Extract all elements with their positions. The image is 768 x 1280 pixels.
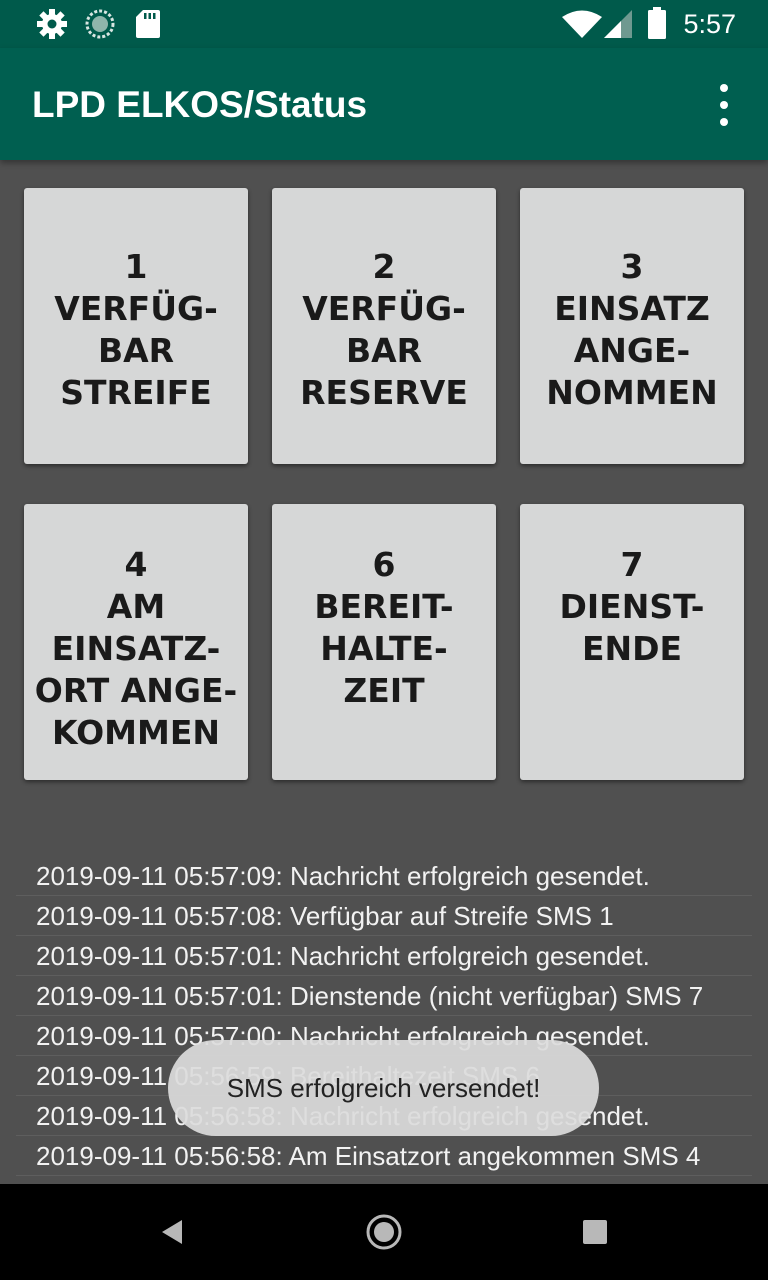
tile-label: EINSATZ- xyxy=(51,629,221,668)
tile-label: HALTE- xyxy=(320,629,448,668)
app-title: LPD ELKOS/Status xyxy=(32,84,368,125)
clock: 5:57 xyxy=(683,9,736,39)
tile-label: 1 xyxy=(124,247,148,286)
back-icon[interactable] xyxy=(150,1210,194,1254)
tile-label: ORT ANGE- xyxy=(34,671,238,710)
status-2-button[interactable]: 2 VERFÜG- BAR RESERVE xyxy=(272,188,496,464)
home-icon[interactable] xyxy=(362,1210,406,1254)
log-entry: 2019-09-11 05:57:09: Nachricht erfolgrei… xyxy=(16,856,752,896)
tile-label: 6 xyxy=(372,545,396,584)
status-4-button[interactable]: 4 AM EINSATZ- ORT ANGE- KOMMEN xyxy=(24,504,248,780)
tile-label: STREIFE xyxy=(60,373,212,412)
more-vert-icon[interactable] xyxy=(708,84,740,126)
tile-label: 7 xyxy=(620,545,644,584)
status-3-button[interactable]: 3 EINSATZ ANGE- NOMMEN xyxy=(520,188,744,464)
status-1-button[interactable]: 1 VERFÜG- BAR STREIFE xyxy=(24,188,248,464)
navigation-bar xyxy=(0,1184,768,1280)
tile-label: BEREIT- xyxy=(314,587,454,626)
status-7-button[interactable]: 7 DIENST- ENDE xyxy=(520,504,744,780)
tile-label: RESERVE xyxy=(300,373,468,412)
tile-label: VERFÜG- xyxy=(302,289,466,328)
log-entry: 2019-09-11 05:57:08: Verfügbar auf Strei… xyxy=(16,896,752,936)
log-entry: 2019-09-11 05:57:01: Nachricht erfolgrei… xyxy=(16,936,752,976)
log-entry: 2019-09-11 05:57:01: Dienstende (nicht v… xyxy=(16,976,752,1016)
tile-label: DIENST- xyxy=(559,587,705,626)
battery-icon xyxy=(648,7,666,44)
sync-icon xyxy=(84,8,116,45)
recents-icon[interactable] xyxy=(573,1210,617,1254)
wifi-icon xyxy=(562,10,602,43)
tile-label: ENDE xyxy=(581,629,683,668)
status-6-button[interactable]: 6 BEREIT- HALTE- ZEIT xyxy=(272,504,496,780)
tile-label: VERFÜG- xyxy=(54,289,218,328)
app-bar: LPD ELKOS/Status xyxy=(0,48,768,160)
tile-label: AM xyxy=(106,587,166,626)
tile-label: BAR xyxy=(97,331,175,370)
tile-label: ZEIT xyxy=(343,671,425,710)
gear-icon xyxy=(36,8,68,45)
status-bar: 5:57 xyxy=(0,0,768,48)
tile-label: BAR xyxy=(345,331,423,370)
tile-label: 3 xyxy=(620,247,644,286)
tile-label: ANGE- xyxy=(573,331,691,370)
tile-label: NOMMEN xyxy=(546,373,718,412)
toast-message: SMS erfolgreich versendet! xyxy=(168,1040,599,1136)
tile-label: KOMMEN xyxy=(52,713,220,752)
sd-card-icon xyxy=(134,8,162,45)
tile-label: 2 xyxy=(372,247,396,286)
tile-label: EINSATZ xyxy=(554,289,710,328)
cell-signal-icon xyxy=(604,10,634,43)
tile-label: 4 xyxy=(124,545,148,584)
log-entry: 2019-09-11 05:56:58: Am Einsatzort angek… xyxy=(16,1136,752,1176)
